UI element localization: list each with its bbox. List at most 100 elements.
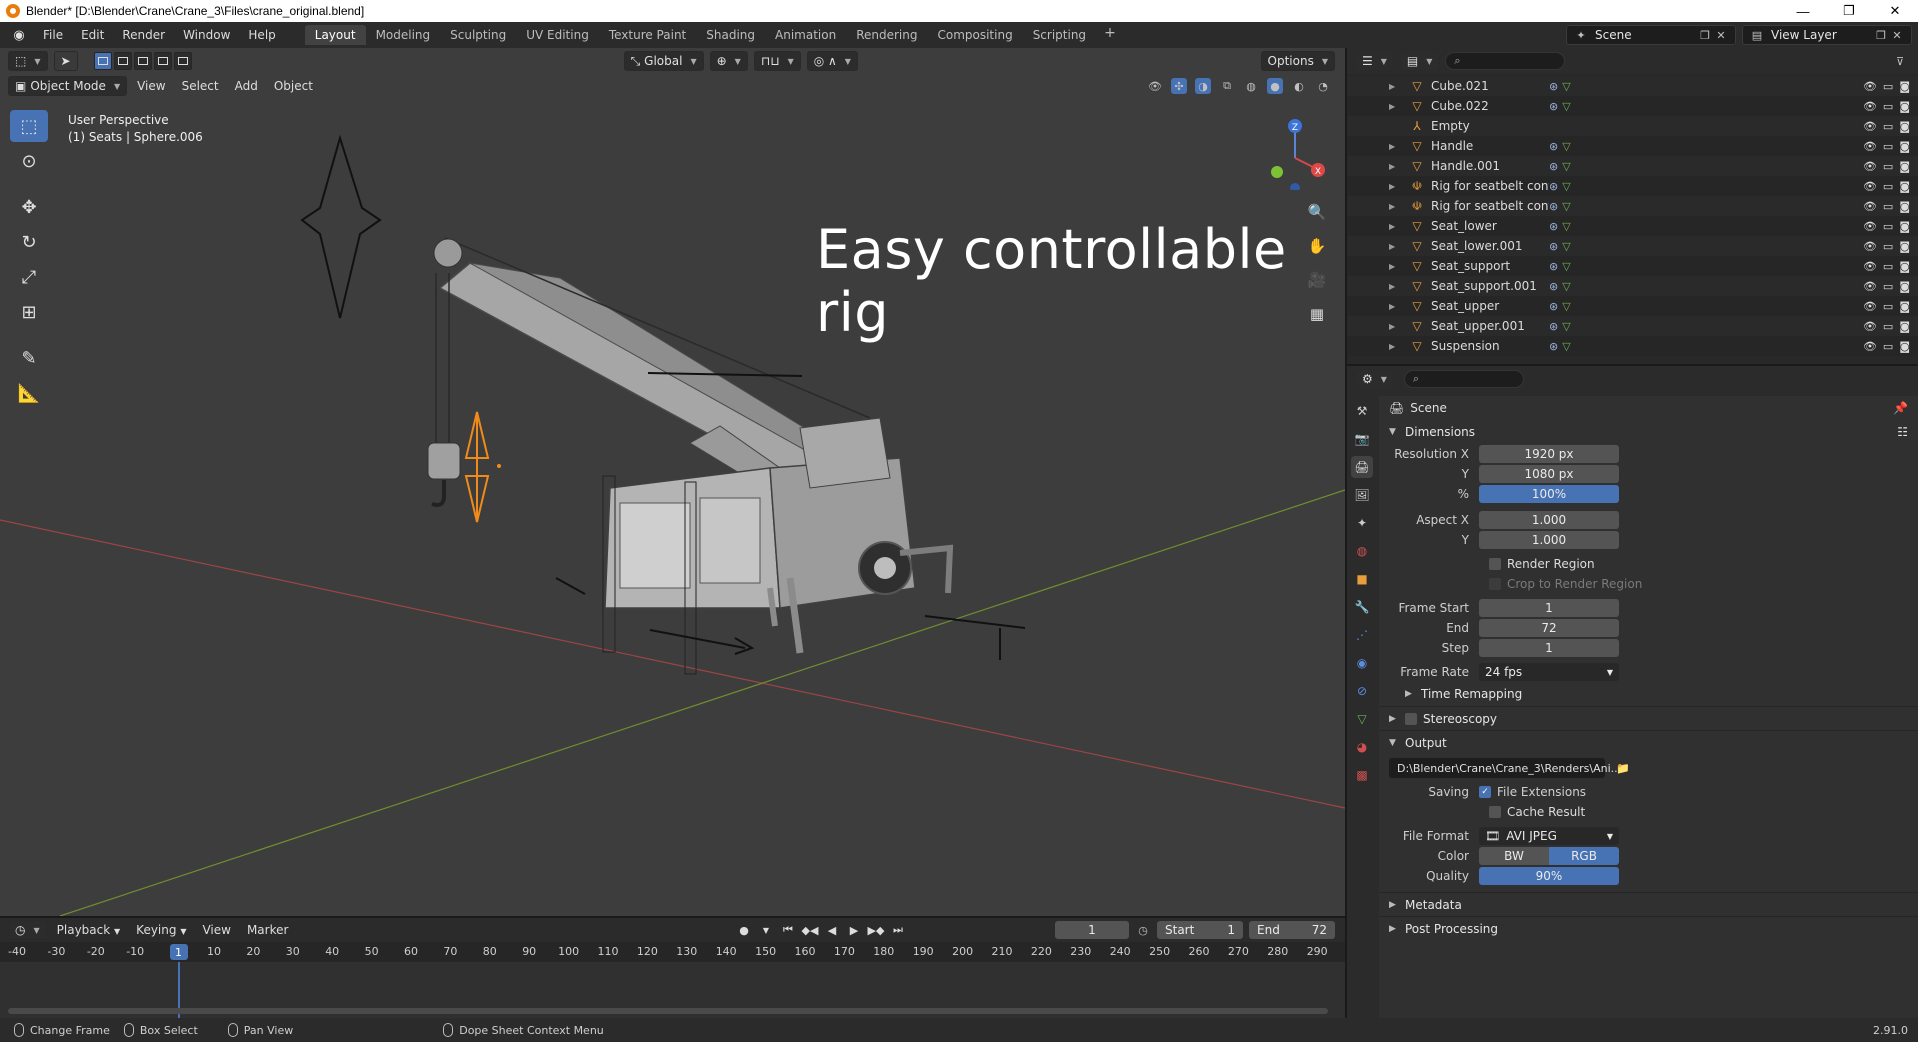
outliner-row-name[interactable]: Seat_upper bbox=[1431, 299, 1549, 313]
render-camera-icon[interactable]: ◙ bbox=[1899, 80, 1910, 93]
jump-end-icon[interactable]: ⏭ bbox=[889, 921, 907, 939]
file-format-dropdown[interactable]: 🎞 AVI JPEG ▼ bbox=[1479, 827, 1619, 845]
play-reverse-icon[interactable]: ◀ bbox=[823, 921, 841, 939]
expand-chevron-icon[interactable]: ▶ bbox=[1389, 262, 1403, 271]
eye-icon[interactable]: 👁 bbox=[1863, 140, 1877, 153]
eye-icon[interactable]: 👁 bbox=[1863, 300, 1877, 313]
outliner-row[interactable]: ▶ ▽ Seat_lower.001 ⊛ ▽ 👁 ▭ ◙ bbox=[1347, 236, 1918, 256]
particles-tab-icon[interactable]: ⋰ bbox=[1351, 624, 1373, 646]
crop-region-row[interactable]: Crop to Render Region bbox=[1379, 574, 1918, 594]
cache-result-checkbox[interactable] bbox=[1489, 806, 1501, 818]
render-camera-icon[interactable]: ◙ bbox=[1899, 140, 1910, 153]
selected-rig-control[interactable] bbox=[464, 411, 490, 523]
outliner-row[interactable]: ▶ ▽ Seat_upper ⊛ ▽ 👁 ▭ ◙ bbox=[1347, 296, 1918, 316]
jump-start-icon[interactable]: ⏮ bbox=[779, 921, 797, 939]
eye-icon[interactable]: 👁 bbox=[1863, 240, 1877, 253]
outliner-row[interactable]: ▶ ▽ Cube.021 ⊛ ▽ 👁 ▭ ◙ bbox=[1347, 76, 1918, 96]
eye-icon[interactable]: 👁 bbox=[1863, 180, 1877, 193]
crop-region-checkbox[interactable] bbox=[1489, 578, 1501, 590]
minimize-button[interactable]: — bbox=[1780, 0, 1826, 22]
expand-chevron-icon[interactable]: ▶ bbox=[1389, 142, 1403, 151]
render-camera-icon[interactable]: ◙ bbox=[1899, 100, 1910, 113]
expand-chevron-icon[interactable]: ▶ bbox=[1389, 162, 1403, 171]
play-icon[interactable]: ▶ bbox=[845, 921, 863, 939]
stereoscopy-checkbox[interactable] bbox=[1405, 712, 1417, 725]
viewport-monitor-icon[interactable]: ▭ bbox=[1883, 180, 1893, 193]
playback-menu[interactable]: Playback ▼ bbox=[51, 923, 127, 937]
gizmo-neg-z-axis[interactable] bbox=[1290, 183, 1300, 190]
outliner-row[interactable]: ▶ ▽ Seat_support.001 ⊛ ▽ 👁 ▭ ◙ bbox=[1347, 276, 1918, 296]
frame-start-field[interactable]: 1 bbox=[1479, 599, 1619, 617]
tab-compositing[interactable]: Compositing bbox=[927, 25, 1022, 45]
output-tab-icon[interactable]: 🖨 bbox=[1351, 456, 1373, 478]
eye-icon[interactable]: 👁 bbox=[1863, 280, 1877, 293]
render-camera-icon[interactable]: ◙ bbox=[1899, 220, 1910, 233]
outliner-row-name[interactable]: Empty bbox=[1431, 119, 1549, 133]
eye-icon[interactable]: 👁 bbox=[1863, 100, 1877, 113]
rig-control-diamond[interactable] bbox=[300, 134, 382, 319]
outliner-row[interactable]: ▶ ▽ Handle.001 ⊛ ▽ 👁 ▭ ◙ bbox=[1347, 156, 1918, 176]
viewport-monitor-icon[interactable]: ▭ bbox=[1883, 300, 1893, 313]
scene-tab-icon[interactable]: ✦ bbox=[1351, 512, 1373, 534]
expand-chevron-icon[interactable]: ▶ bbox=[1389, 202, 1403, 211]
eye-icon[interactable]: 👁 bbox=[1863, 160, 1877, 173]
start-frame-field[interactable]: Start 1 bbox=[1157, 921, 1243, 939]
end-frame-field[interactable]: End 72 bbox=[1249, 921, 1335, 939]
object-tab-icon[interactable]: ■ bbox=[1351, 568, 1373, 590]
preview-range-clock-icon[interactable]: ◷ bbox=[1135, 922, 1151, 938]
render-camera-icon[interactable]: ◙ bbox=[1899, 320, 1910, 333]
outliner-row[interactable]: ▶ ▽ Cube.022 ⊛ ▽ 👁 ▭ ◙ bbox=[1347, 96, 1918, 116]
outliner-row-name[interactable]: Handle.001 bbox=[1431, 159, 1549, 173]
timeline-scrollbar[interactable] bbox=[8, 1008, 1328, 1014]
render-camera-icon[interactable]: ◙ bbox=[1899, 300, 1910, 313]
metadata-panel-header[interactable]: ▶ Metadata bbox=[1379, 892, 1918, 916]
viewport-monitor-icon[interactable]: ▭ bbox=[1883, 320, 1893, 333]
render-region-checkbox[interactable] bbox=[1489, 558, 1501, 570]
eye-icon[interactable]: 👁 bbox=[1863, 320, 1877, 333]
expand-chevron-icon[interactable]: ▶ bbox=[1389, 322, 1403, 331]
modifier-tab-icon[interactable]: 🔧 bbox=[1351, 596, 1373, 618]
outliner-row-name[interactable]: Seat_lower.001 bbox=[1431, 239, 1549, 253]
move-tool-icon[interactable]: ✥ bbox=[10, 191, 48, 223]
copy-icon[interactable]: ❐ bbox=[1873, 27, 1889, 43]
expand-chevron-icon[interactable]: ▶ bbox=[1389, 282, 1403, 291]
timeline-ruler[interactable]: -40-30-20-101102030405060708090100110120… bbox=[0, 942, 1345, 962]
tab-animation[interactable]: Animation bbox=[765, 25, 846, 45]
tab-shading[interactable]: Shading bbox=[696, 25, 765, 45]
frame-rate-dropdown[interactable]: 24 fps ▼ bbox=[1479, 663, 1619, 681]
expand-chevron-icon[interactable]: ▶ bbox=[1389, 342, 1403, 351]
scale-tool-icon[interactable]: ⤢ bbox=[10, 261, 48, 293]
render-camera-icon[interactable]: ◙ bbox=[1899, 240, 1910, 253]
render-camera-icon[interactable]: ◙ bbox=[1899, 340, 1910, 353]
close-button[interactable]: ✕ bbox=[1872, 0, 1918, 22]
texture-tab-icon[interactable]: ▩ bbox=[1351, 764, 1373, 786]
time-remapping-header[interactable]: ▶ Time Remapping bbox=[1379, 682, 1918, 706]
frame-step-field[interactable]: 1 bbox=[1479, 639, 1619, 657]
physics-tab-icon[interactable]: ◉ bbox=[1351, 652, 1373, 674]
next-keyframe-icon[interactable]: ▶◆ bbox=[867, 921, 885, 939]
pan-hand-icon[interactable]: ✋ bbox=[1303, 232, 1331, 260]
timeline-editor-type[interactable]: ◷ ▼ bbox=[8, 920, 47, 940]
pin-icon[interactable]: 📌 bbox=[1893, 401, 1908, 415]
aspect-y-field[interactable]: 1.000 bbox=[1479, 531, 1619, 549]
outliner-row-name[interactable]: Seat_upper.001 bbox=[1431, 319, 1549, 333]
resolution-y-field[interactable]: 1080 px bbox=[1479, 465, 1619, 483]
post-processing-panel-header[interactable]: ▶ Post Processing bbox=[1379, 916, 1918, 940]
viewport-monitor-icon[interactable]: ▭ bbox=[1883, 240, 1893, 253]
menu-help[interactable]: Help bbox=[239, 28, 284, 42]
measure-tool-icon[interactable]: 📐 bbox=[10, 377, 48, 409]
viewport-monitor-icon[interactable]: ▭ bbox=[1883, 80, 1893, 93]
dimensions-panel-header[interactable]: ▼ Dimensions ☷ bbox=[1379, 420, 1918, 444]
data-tab-icon[interactable]: ▽ bbox=[1351, 708, 1373, 730]
outliner-row[interactable]: ▶ ▽ Suspension ⊛ ▽ 👁 ▭ ◙ bbox=[1347, 336, 1918, 356]
menu-file[interactable]: File bbox=[34, 28, 72, 42]
render-camera-icon[interactable]: ◙ bbox=[1899, 200, 1910, 213]
scene-selector[interactable]: ✦ Scene ❐ ✕ bbox=[1566, 25, 1736, 45]
close-icon[interactable]: ✕ bbox=[1713, 27, 1729, 43]
file-extensions-checkbox[interactable]: ✓ bbox=[1479, 786, 1491, 798]
timeline-view-menu[interactable]: View bbox=[196, 923, 236, 937]
constraints-tab-icon[interactable]: ⊘ bbox=[1351, 680, 1373, 702]
playhead-frame-indicator[interactable]: 1 bbox=[169, 944, 188, 960]
expand-chevron-icon[interactable]: ▶ bbox=[1389, 242, 1403, 251]
outliner-row[interactable]: ▶ ▽ Seat_lower ⊛ ▽ 👁 ▭ ◙ bbox=[1347, 216, 1918, 236]
